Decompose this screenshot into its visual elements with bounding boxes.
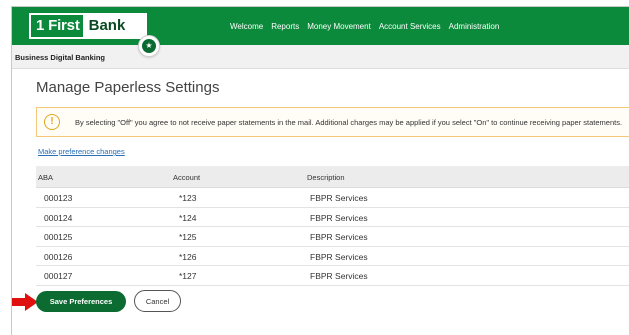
paperless-alert: ! By selecting "Off" you agree to not re… [36, 107, 629, 137]
nav-item-administration[interactable]: Administration [449, 22, 500, 31]
column-header-account: Account [173, 173, 201, 182]
nav-item-welcome[interactable]: Welcome [230, 22, 263, 31]
alert-message: By selecting "Off" you agree to not rece… [75, 118, 623, 127]
cell-description: FBPR Services [310, 212, 368, 223]
table-row[interactable]: 000126 *126 FBPR Services [36, 247, 629, 266]
cell-description: FBPR Services [310, 232, 368, 242]
nav-item-money-movement[interactable]: Money Movement [307, 22, 371, 31]
cell-account: *123 [179, 193, 197, 203]
cell-account: *127 [179, 271, 197, 281]
cancel-button[interactable]: Cancel [134, 290, 181, 312]
table-row[interactable]: 000124 *124 FBPR Services [36, 208, 629, 227]
table-row[interactable]: 000127 *127 FBPR Services [36, 266, 629, 286]
cell-aba: 000125 [44, 232, 73, 242]
cell-aba: 000124 [44, 212, 73, 223]
cell-aba: 000126 [44, 251, 73, 262]
cell-account: *126 [179, 251, 197, 262]
cell-description: FBPR Services [310, 251, 368, 262]
column-header-description: Description [307, 173, 345, 182]
main-nav: Welcome Reports Money Movement Account S… [230, 7, 507, 45]
table-row[interactable]: 000123 *123 FBPR Services [36, 188, 629, 208]
cell-account: *124 [179, 212, 197, 223]
nav-item-reports[interactable]: Reports [271, 22, 299, 31]
nav-item-account-services[interactable]: Account Services [379, 22, 441, 31]
cell-description: FBPR Services [310, 193, 368, 203]
red-arrow-icon [12, 293, 38, 311]
cell-description: FBPR Services [310, 271, 368, 281]
accounts-table: ABA Account Description 000123 *123 FBPR… [36, 166, 629, 286]
bank-logo[interactable]: 1 First Bank [29, 13, 147, 39]
table-header: ABA Account Description [36, 166, 629, 188]
favorites-button[interactable]: ★ [138, 35, 160, 57]
page-title: Manage Paperless Settings [36, 79, 220, 96]
star-icon: ★ [142, 39, 156, 53]
section-label: Business Digital Banking [15, 53, 106, 62]
app-frame: 1 First Bank Welcome Reports Money Movem… [11, 6, 629, 335]
table-row[interactable]: 000125 *125 FBPR Services [36, 227, 629, 247]
cell-aba: 000127 [44, 271, 73, 281]
column-header-aba: ABA [38, 173, 54, 182]
save-preferences-button[interactable]: Save Preferences [36, 291, 126, 312]
cell-account: *125 [179, 232, 197, 242]
sub-header: Business Digital Banking [12, 45, 629, 69]
cell-aba: 000123 [44, 193, 73, 203]
logo-text-first: 1 First [31, 15, 83, 37]
top-navigation-bar: 1 First Bank Welcome Reports Money Movem… [12, 7, 629, 45]
warning-icon: ! [44, 114, 60, 130]
make-preference-changes-link[interactable]: Make preference changes [38, 147, 125, 156]
logo-text-bank: Bank [82, 15, 145, 37]
